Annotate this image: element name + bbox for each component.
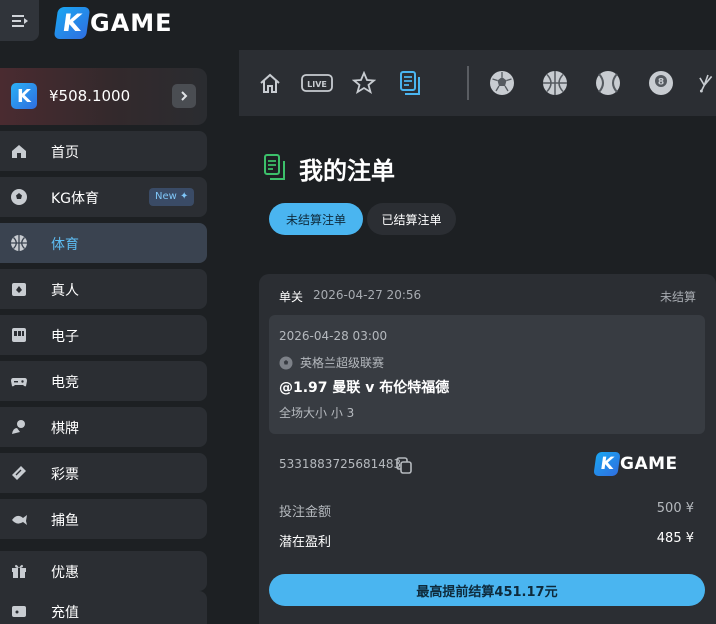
sidebar-item-fishing[interactable]: 捕鱼 bbox=[0, 499, 207, 539]
chevron-right-icon bbox=[181, 91, 188, 101]
stake-label: 投注金额 bbox=[279, 505, 332, 520]
basketball-icon[interactable] bbox=[542, 70, 568, 96]
playing-cards-icon bbox=[10, 280, 28, 298]
sidebar-item-sports[interactable]: 体育 bbox=[0, 223, 207, 263]
sidebar-item-promotions[interactable]: 优惠 bbox=[0, 551, 207, 591]
home-icon[interactable] bbox=[257, 70, 283, 96]
bet-record-icon bbox=[264, 154, 285, 180]
top-header: K GAME bbox=[0, 0, 716, 46]
title-icon-wrap bbox=[263, 153, 287, 181]
home-icon bbox=[10, 142, 28, 160]
kgame-logo[interactable]: K GAME bbox=[53, 6, 173, 40]
sidebar-item-kg-sports[interactable]: KG体育 New ✦ bbox=[0, 177, 207, 217]
menu-icon bbox=[11, 14, 28, 27]
logo-k: K bbox=[53, 7, 91, 39]
chess-piece-icon bbox=[10, 418, 28, 436]
sidebar-item-label: 真人 bbox=[51, 283, 79, 299]
sport-category-bar: LIVE 8 bbox=[239, 50, 716, 116]
balance-expand-button[interactable] bbox=[172, 84, 196, 108]
divider bbox=[467, 66, 469, 100]
sidebar-item-deposit[interactable]: 充值 bbox=[0, 591, 207, 624]
menu-toggle-button[interactable] bbox=[0, 0, 39, 41]
main-content: LIVE 8 我的注单 未结算注单 已结算注单 单关 2026-04-27 20… bbox=[239, 50, 716, 624]
kgame-card-logo: K GAME bbox=[593, 450, 678, 478]
bet-slip-icon[interactable] bbox=[397, 70, 423, 96]
sidebar-item-label: 体育 bbox=[51, 237, 79, 253]
bet-detail-box: 2026-04-28 03:00 英格兰超级联赛 @1.97 曼联 v 布伦特福… bbox=[269, 315, 705, 434]
bet-card: 单关 2026-04-27 20:56 未结算 2026-04-28 03:00… bbox=[259, 274, 716, 624]
basketball-icon bbox=[10, 234, 28, 252]
sidebar-item-card-games[interactable]: 棋牌 bbox=[0, 407, 207, 447]
match-time: 2026-04-28 03:00 bbox=[279, 329, 388, 343]
soccer-ball-icon bbox=[10, 188, 28, 206]
bet-id: 5331883725681483 bbox=[279, 457, 402, 471]
tennis-ball-icon[interactable] bbox=[595, 70, 621, 96]
tab-settled[interactable]: 已结算注单 bbox=[367, 203, 456, 235]
sidebar-item-slots[interactable]: 电子 bbox=[0, 315, 207, 355]
profit-value: 485 ¥ bbox=[656, 531, 694, 546]
sidebar-item-live-casino[interactable]: 真人 bbox=[0, 269, 207, 309]
logo-word: GAME bbox=[620, 454, 678, 474]
svg-text:8: 8 bbox=[658, 78, 664, 88]
star-icon[interactable] bbox=[351, 70, 377, 96]
gamepad-icon bbox=[10, 372, 28, 390]
sidebar-item-label: 电竞 bbox=[51, 375, 79, 391]
stake-value: 500 ¥ bbox=[656, 501, 694, 516]
page-title: 我的注单 bbox=[299, 157, 395, 185]
bet-status: 未结算 bbox=[659, 290, 696, 304]
profit-label: 潜在盈利 bbox=[279, 535, 332, 550]
sidebar-item-label: 电子 bbox=[51, 329, 79, 345]
copy-icon[interactable] bbox=[395, 456, 413, 474]
live-icon[interactable]: LIVE bbox=[301, 70, 333, 96]
badminton-icon[interactable] bbox=[697, 70, 716, 96]
soccer-ball-icon[interactable] bbox=[489, 70, 515, 96]
sidebar-item-label: 彩票 bbox=[51, 467, 79, 483]
tab-unsettled[interactable]: 未结算注单 bbox=[269, 203, 363, 235]
sidebar-item-label: KG体育 bbox=[51, 191, 100, 207]
sidebar-item-label: 首页 bbox=[51, 145, 79, 161]
balance-card[interactable]: K ¥508.1000 bbox=[0, 68, 207, 125]
logo-k: K bbox=[593, 452, 621, 476]
sidebar: K ¥508.1000 首页 KG体育 New ✦ 体育 真人 电子 电竞 棋牌… bbox=[0, 50, 212, 624]
bet-placed-time: 2026-04-27 20:56 bbox=[313, 288, 422, 302]
sidebar-item-label: 捕鱼 bbox=[51, 513, 79, 529]
sidebar-item-esports[interactable]: 电竞 bbox=[0, 361, 207, 401]
soccer-ball-icon bbox=[279, 356, 293, 370]
logo-word: GAME bbox=[90, 9, 173, 37]
bet-selection: @1.97 曼联 v 布伦特福德 bbox=[279, 380, 450, 396]
lottery-ticket-icon bbox=[10, 464, 28, 482]
balance-amount: ¥508.1000 bbox=[49, 87, 131, 105]
bet-market: 全场大小 小 3 bbox=[279, 406, 355, 420]
sidebar-item-home[interactable]: 首页 bbox=[0, 131, 207, 171]
wallet-icon bbox=[10, 602, 28, 620]
league-name: 英格兰超级联赛 bbox=[300, 356, 385, 370]
billiards-ball-icon[interactable]: 8 bbox=[648, 70, 674, 96]
slot-machine-icon bbox=[10, 326, 28, 344]
sidebar-item-label: 优惠 bbox=[51, 565, 79, 581]
fish-icon bbox=[10, 510, 28, 528]
new-badge: New ✦ bbox=[149, 188, 195, 206]
gift-icon bbox=[10, 562, 28, 580]
bet-type: 单关 bbox=[279, 290, 304, 304]
live-label: LIVE bbox=[307, 80, 327, 89]
balance-logo-icon: K bbox=[11, 83, 37, 109]
cashout-button[interactable]: 最高提前结算451.17元 bbox=[269, 574, 705, 606]
sidebar-item-label: 充值 bbox=[51, 605, 79, 621]
sidebar-item-lottery[interactable]: 彩票 bbox=[0, 453, 207, 493]
sidebar-item-label: 棋牌 bbox=[51, 421, 79, 437]
